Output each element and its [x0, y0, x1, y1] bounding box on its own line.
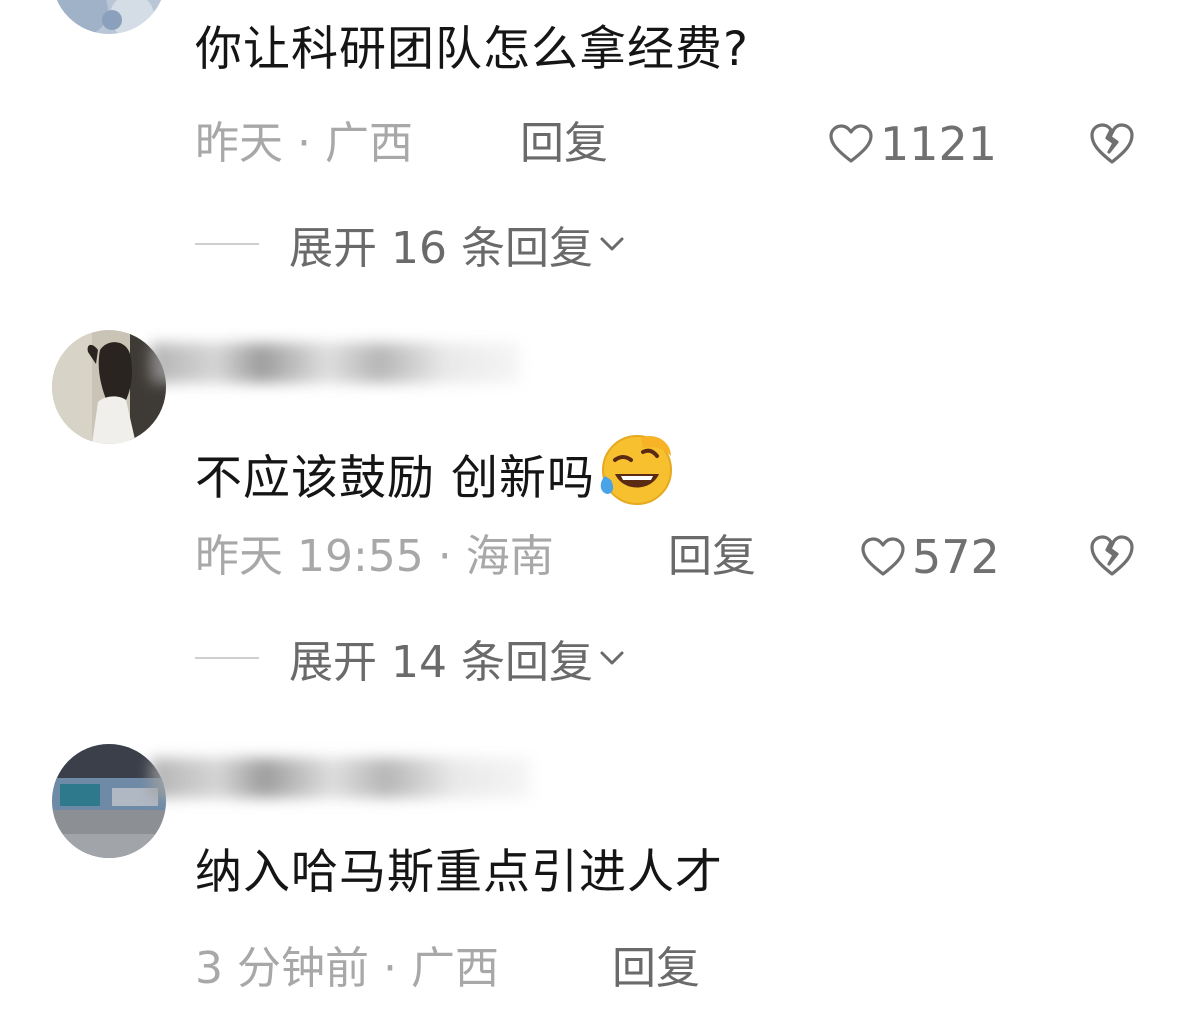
meta-separator: ·	[382, 943, 397, 994]
like-button[interactable]: 1121	[828, 114, 997, 174]
comment-text-content: 不应该鼓励 创新吗	[195, 451, 595, 506]
expand-replies-button[interactable]: 展开 14 条回复	[195, 628, 625, 688]
comment-meta: 昨天 · 广西	[195, 114, 413, 174]
comment-text: 不应该鼓励 创新吗	[195, 430, 677, 510]
expand-replies-label: 展开 14 条回复	[289, 637, 593, 688]
avatar[interactable]	[52, 330, 166, 444]
avatar[interactable]	[52, 0, 166, 34]
like-count: 1121	[880, 117, 998, 171]
comment-time: 3 分钟前	[195, 943, 369, 994]
reply-button[interactable]: 回复	[520, 114, 608, 174]
like-count: 572	[912, 530, 1000, 584]
reply-button[interactable]: 回复	[668, 527, 756, 587]
chevron-down-icon	[600, 651, 624, 665]
heart-outline-icon	[861, 537, 905, 576]
comment-text: 纳入哈马斯重点引进人才	[195, 845, 723, 900]
comment-time: 昨天	[195, 118, 283, 169]
comment-location: 广西	[410, 943, 499, 994]
expand-divider	[195, 243, 259, 245]
expand-replies-label: 展开 16 条回复	[289, 223, 593, 274]
meta-separator: ·	[437, 531, 452, 582]
comment-text: 你让科研团队怎么拿经费?	[195, 22, 749, 77]
comment-location: 海南	[465, 531, 554, 582]
comment-meta: 昨天 19:55 · 海南	[195, 527, 554, 587]
broken-heart-icon[interactable]	[1088, 120, 1136, 168]
comment-time: 昨天 19:55	[195, 531, 424, 582]
meta-separator: ·	[297, 118, 311, 169]
comment-meta: 3 分钟前 · 广西	[195, 939, 499, 999]
username-blurred[interactable]	[150, 758, 530, 798]
chevron-down-icon	[600, 237, 624, 251]
rolling-on-floor-laughing-emoji	[600, 435, 672, 505]
like-button[interactable]: 572	[860, 527, 1000, 587]
heart-outline-icon	[829, 124, 873, 163]
avatar[interactable]	[52, 744, 166, 858]
expand-divider	[195, 657, 259, 659]
reply-button[interactable]: 回复	[612, 939, 700, 999]
broken-heart-icon[interactable]	[1088, 532, 1136, 580]
username-blurred[interactable]	[150, 343, 520, 383]
comment-location: 广西	[325, 118, 413, 169]
expand-replies-button[interactable]: 展开 16 条回复	[195, 214, 625, 274]
